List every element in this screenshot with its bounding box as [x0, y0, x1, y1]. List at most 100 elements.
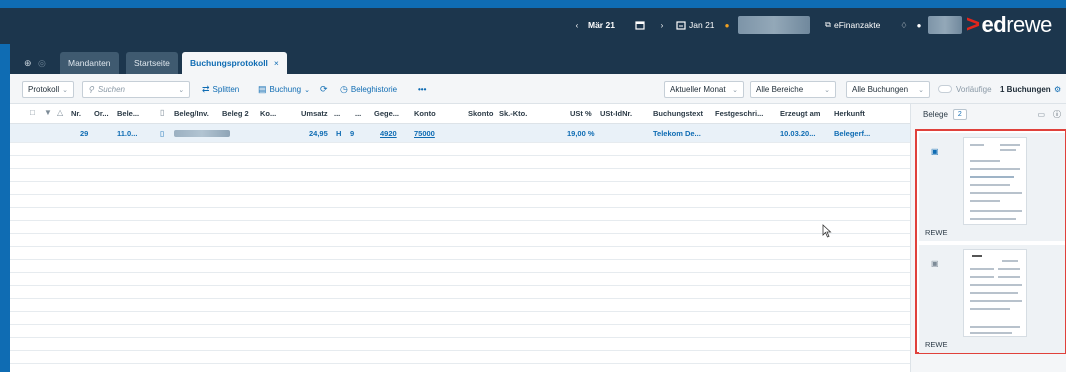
chevron-down-icon: ⌄ [178, 86, 184, 94]
empty-row [10, 299, 910, 312]
col-konto[interactable]: Konto [414, 109, 436, 118]
attachment-icon[interactable]: ▯ [160, 108, 164, 117]
belege-header: Belege 2 ▭ ⓘ [923, 108, 1061, 120]
search-input[interactable]: ⚲ Suchen ⌄ [82, 81, 190, 98]
protokoll-select[interactable]: Protokoll ⌄ [22, 81, 74, 98]
calendar-button[interactable] [632, 16, 648, 34]
empty-row [10, 351, 910, 364]
user-avatar[interactable]: ● [912, 16, 926, 34]
cell-nr: 29 [80, 129, 89, 138]
tab-startseite[interactable]: Startseite [126, 52, 178, 74]
calendar-range-button[interactable] [674, 16, 688, 34]
tab-history-button[interactable]: ◎ [38, 58, 46, 69]
chevron-down-icon: ⌄ [732, 86, 738, 94]
month-filter-select[interactable]: Aktueller Monat ⌄ [664, 81, 744, 98]
window-icon[interactable]: ▭ [1037, 110, 1045, 119]
empty-row [10, 195, 910, 208]
area-filter-select[interactable]: Alle Bereiche ⌄ [750, 81, 836, 98]
cell-herkunft: Belegerf... [834, 129, 871, 138]
edrewe-logo: > ed rewe [966, 11, 1052, 38]
col-herkunft[interactable]: Herkunft [834, 109, 865, 118]
more-button[interactable]: ••• [418, 81, 426, 98]
cell-gegenkonto[interactable]: 4920 [380, 129, 397, 138]
col-ust-idnr[interactable]: USt-IdNr. [600, 109, 632, 118]
col-bu[interactable]: ... [355, 109, 361, 118]
add-tab-button[interactable]: ⊕ [24, 58, 32, 69]
receipt-thumbnail [963, 249, 1027, 337]
col-beleg-inv[interactable]: Beleg/Inv. [174, 109, 209, 118]
empty-row [10, 312, 910, 325]
empty-row [10, 325, 910, 338]
col-sh[interactable]: ... [334, 109, 340, 118]
shield-icon[interactable]: ▼ [44, 108, 52, 117]
col-umsatz[interactable]: Umsatz [301, 109, 328, 118]
notifications-button[interactable]: ♢ [897, 16, 911, 34]
col-belegdatum[interactable]: Bele... [117, 109, 139, 118]
warning-badge[interactable]: ● [720, 16, 734, 34]
info-icon[interactable]: ⓘ [1053, 109, 1061, 120]
empty-row [10, 247, 910, 260]
lock-icon[interactable]: □ [30, 108, 35, 117]
client-name-redacted[interactable] [738, 16, 810, 34]
refresh-button[interactable]: ⟳ [320, 81, 331, 98]
belege-count-badge: 2 [952, 108, 967, 120]
calendar-icon [635, 21, 645, 30]
period-prev-button[interactable]: ‹ [570, 16, 584, 34]
receipt-card[interactable]: ▣ REWE [919, 245, 1065, 353]
user-icon: ● [916, 20, 922, 30]
attachment-icon[interactable]: ▯ [160, 129, 164, 138]
empty-row [10, 260, 910, 273]
booking-grid: □ ▼ △ Nr. Or... Bele... ▯ Beleg/Inv. Bel… [10, 104, 910, 372]
vorlaeufige-toggle[interactable] [938, 85, 952, 93]
col-erzeugt[interactable]: Erzeugt am [780, 109, 820, 118]
receipt-card[interactable]: ▣ REWE [919, 133, 1065, 241]
receipt-list: ▣ REWE ▣ REWE [915, 129, 1066, 354]
buchung-button[interactable]: ▤ Buchung ⌄ [258, 81, 310, 98]
col-skonto[interactable]: Skonto [468, 109, 493, 118]
beleg-redacted [174, 130, 230, 137]
col-nr[interactable]: Nr. [71, 109, 81, 118]
tab-buchungsprotokoll[interactable]: Buchungsprotokoll × [182, 52, 287, 74]
efinanzakte-link[interactable]: eFinanzakte [834, 17, 880, 33]
tab-bar: ⊕ ◎ Mandanten Startseite Buchungsprotoko… [10, 44, 1066, 74]
beleghistorie-button[interactable]: ◷ Beleghistorie [340, 81, 397, 98]
empty-row [10, 234, 910, 247]
empty-row [10, 338, 910, 351]
close-icon[interactable]: × [274, 58, 279, 68]
col-skonto-konto[interactable]: Sk.-Kto. [499, 109, 527, 118]
shield-icon: ● [724, 20, 730, 30]
cell-sh: H [336, 129, 342, 138]
chevron-right-icon: › [660, 20, 664, 30]
period-label[interactable]: Mär 21 [588, 17, 615, 33]
col-gegenkonto[interactable]: Gege... [374, 109, 399, 118]
empty-row [10, 221, 910, 234]
calendar-range-icon [676, 21, 686, 30]
chevron-down-icon: ⌄ [918, 86, 924, 94]
warning-icon[interactable]: △ [57, 108, 63, 117]
col-ust[interactable]: USt % [570, 109, 592, 118]
col-buchungstext[interactable]: Buchungstext [653, 109, 703, 118]
empty-row [10, 286, 910, 299]
table-row[interactable]: 29 11.0... ▯ 24,95 H 9 4920 75000 19,00 … [10, 124, 910, 143]
col-origin[interactable]: Or... [94, 109, 109, 118]
belege-panel: Belege 2 ▭ ⓘ ▣ REWE ▣ REWE [910, 104, 1066, 372]
cell-buchungstext: Telekom De... [653, 129, 701, 138]
cell-konto[interactable]: 75000 [414, 129, 435, 138]
bookings-filter-select[interactable]: Alle Buchungen ⌄ [846, 81, 930, 98]
cell-erzeugt: 10.03.20... [780, 129, 816, 138]
col-festgeschrieben[interactable]: Festgeschri... [715, 109, 763, 118]
chevron-down-icon: ⌄ [62, 86, 68, 94]
settings-button[interactable]: ⚙ [1054, 81, 1061, 98]
col-kostenstelle[interactable]: Ko... [260, 109, 276, 118]
receipt-thumbnail [963, 137, 1027, 225]
empty-row [10, 208, 910, 221]
empty-row [10, 156, 910, 169]
splitten-button[interactable]: ⇄ Splitten [202, 81, 239, 98]
period-next-button[interactable]: › [655, 16, 669, 34]
tab-mandanten[interactable]: Mandanten [60, 52, 119, 74]
col-beleg2[interactable]: Beleg 2 [222, 109, 249, 118]
user-name-redacted[interactable] [928, 16, 962, 34]
period-end-label[interactable]: Jan 21 [689, 17, 715, 33]
cell-ust: 19,00 % [567, 129, 595, 138]
plus-circle-icon: ⊕ [24, 58, 32, 68]
